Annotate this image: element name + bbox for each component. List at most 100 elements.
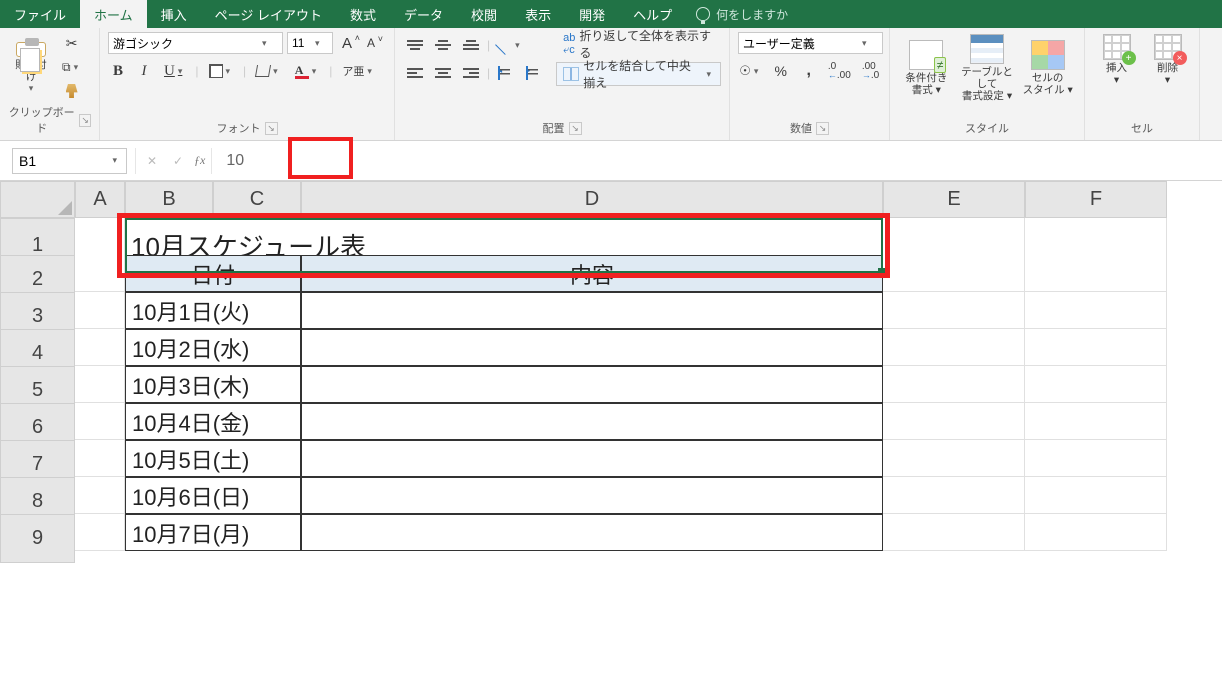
cell-A8[interactable] [75, 477, 125, 514]
cell-E9[interactable] [883, 514, 1025, 551]
cell-F4[interactable] [1025, 329, 1167, 366]
align-right-button[interactable] [459, 62, 483, 84]
cell-D8[interactable] [301, 477, 883, 514]
clipboard-launcher[interactable]: ↘ [79, 114, 91, 127]
name-box[interactable]: B1 ▾ [12, 148, 127, 174]
cell-BC8[interactable]: 10月6日(日) [125, 477, 301, 514]
cell-BC4[interactable]: 10月2日(水) [125, 329, 301, 366]
tab-data[interactable]: データ [390, 0, 457, 28]
cell-D2-header[interactable]: 内容 [301, 255, 883, 292]
font-name-input[interactable] [109, 36, 259, 50]
font-color-button[interactable]: A▾ [291, 60, 324, 82]
fx-icon[interactable]: ƒx [194, 153, 205, 168]
tab-file[interactable]: ファイル [0, 0, 80, 28]
bold-button[interactable]: B [108, 60, 128, 82]
decrease-indent-button[interactable] [494, 62, 518, 84]
cell-BC6[interactable]: 10月4日(金) [125, 403, 301, 440]
phonetic-button[interactable]: ア亜▾ [338, 60, 379, 82]
wrap-text-button[interactable]: ab⤶c 折り返して全体を表示する [556, 32, 721, 56]
cell-BC5[interactable]: 10月3日(木) [125, 366, 301, 403]
col-header-F[interactable]: F [1025, 181, 1167, 218]
select-all-corner[interactable] [0, 181, 75, 218]
tab-help[interactable]: ヘルプ [619, 0, 686, 28]
tab-formulas[interactable]: 数式 [336, 0, 390, 28]
delete-cells-button[interactable]: × 削除▾ [1144, 32, 1191, 88]
cell-BC9[interactable]: 10月7日(月) [125, 514, 301, 551]
cell-E7[interactable] [883, 440, 1025, 477]
increase-font-button[interactable]: A˄ [337, 32, 357, 54]
cell-A7[interactable] [75, 440, 125, 477]
cell-F9[interactable] [1025, 514, 1167, 551]
insert-cells-button[interactable]: + 挿入▾ [1093, 32, 1140, 88]
formula-enter-button[interactable]: ✓ [168, 150, 188, 172]
cell-styles-button[interactable]: セルのスタイル ▾ [1019, 38, 1076, 98]
format-painter-button[interactable] [58, 80, 85, 102]
cell-A4[interactable] [75, 329, 125, 366]
tab-home[interactable]: ホーム [80, 0, 147, 28]
cell-A9[interactable] [75, 514, 125, 551]
cell-D7[interactable] [301, 440, 883, 477]
number-launcher[interactable]: ↘ [816, 122, 829, 135]
tell-me-search[interactable]: 何をしますか [696, 0, 788, 28]
cell-D6[interactable] [301, 403, 883, 440]
align-middle-button[interactable] [431, 34, 455, 56]
align-bottom-button[interactable] [459, 34, 483, 56]
cell-BC3[interactable]: 10月1日(火) [125, 292, 301, 329]
cell-E3[interactable] [883, 292, 1025, 329]
row-header-9[interactable]: 9 [0, 514, 75, 563]
decrease-font-button[interactable]: A˅ [361, 32, 381, 54]
percent-button[interactable]: % [771, 60, 791, 82]
number-format-dropdown[interactable]: ▾ [738, 32, 883, 54]
comma-style-button[interactable]: , [799, 60, 819, 82]
underline-button[interactable]: U▾ [160, 60, 189, 82]
tab-page-layout[interactable]: ページ レイアウト [201, 0, 336, 28]
font-size-input[interactable] [288, 36, 312, 50]
align-left-button[interactable] [403, 62, 427, 84]
tab-insert[interactable]: 挿入 [147, 0, 201, 28]
col-header-E[interactable]: E [883, 181, 1025, 218]
format-as-table-button[interactable]: テーブルとして書式設定 ▾ [959, 32, 1016, 104]
col-header-B[interactable]: B [125, 181, 213, 218]
cell-A5[interactable] [75, 366, 125, 403]
cell-A6[interactable] [75, 403, 125, 440]
borders-button[interactable]: ▾ [205, 60, 238, 82]
cell-F5[interactable] [1025, 366, 1167, 403]
fill-color-button[interactable]: ▾ [252, 60, 285, 82]
accounting-format-button[interactable]: ☉▾ [738, 60, 763, 82]
col-header-D[interactable]: D [301, 181, 883, 218]
orientation-button[interactable]: ▾ [494, 34, 527, 56]
merge-center-button[interactable]: セルを結合して中央揃え ▾ [556, 62, 721, 86]
alignment-launcher[interactable]: ↘ [569, 122, 582, 135]
cell-D9[interactable] [301, 514, 883, 551]
formula-input[interactable] [212, 152, 1222, 170]
copy-button[interactable]: ⧉▾ [58, 56, 85, 78]
paste-button[interactable]: 貼り付け ▾ [8, 39, 54, 95]
cell-D5[interactable] [301, 366, 883, 403]
cell-A3[interactable] [75, 292, 125, 329]
font-size-dropdown[interactable]: ▾ [287, 32, 333, 54]
cell-A2[interactable] [75, 255, 125, 292]
increase-decimal-button[interactable]: .0←.00 [827, 60, 852, 82]
cell-D3[interactable] [301, 292, 883, 329]
formula-cancel-button[interactable]: ✕ [142, 150, 162, 172]
tab-developer[interactable]: 開発 [565, 0, 619, 28]
italic-button[interactable]: I [134, 60, 154, 82]
conditional-format-button[interactable]: 条件付き書式 ▾ [898, 38, 955, 98]
cell-E6[interactable] [883, 403, 1025, 440]
cell-E4[interactable] [883, 329, 1025, 366]
cell-F7[interactable] [1025, 440, 1167, 477]
cell-BC2-header[interactable]: 日付 [125, 255, 301, 292]
tab-view[interactable]: 表示 [511, 0, 565, 28]
cell-D4[interactable] [301, 329, 883, 366]
cell-F2[interactable] [1025, 255, 1167, 292]
font-launcher[interactable]: ↘ [265, 122, 278, 135]
col-header-C[interactable]: C [213, 181, 301, 218]
cell-E5[interactable] [883, 366, 1025, 403]
col-header-A[interactable]: A [75, 181, 125, 218]
cell-F6[interactable] [1025, 403, 1167, 440]
cell-E2[interactable] [883, 255, 1025, 292]
cut-button[interactable]: ✂ [58, 32, 85, 54]
align-top-button[interactable] [403, 34, 427, 56]
cell-F3[interactable] [1025, 292, 1167, 329]
spreadsheet-grid[interactable]: A B C D E F 1 10月スケジュール表 2 日付 内容 3 10月1日… [0, 181, 1222, 551]
